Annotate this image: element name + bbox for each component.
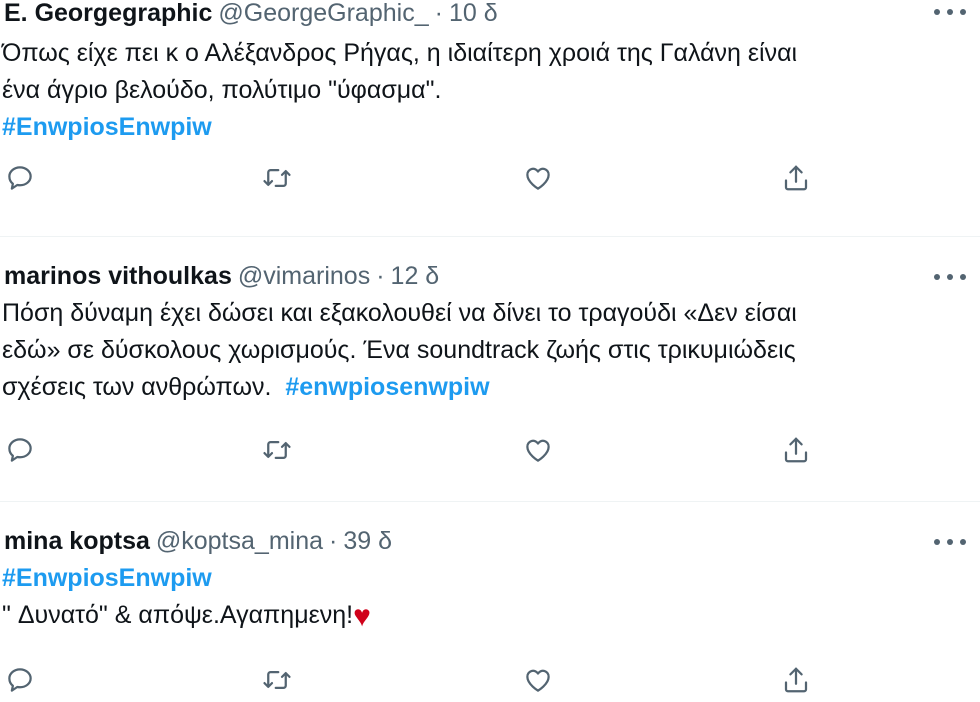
- timestamp[interactable]: 10 δ: [449, 0, 498, 27]
- timestamp[interactable]: 12 δ: [391, 262, 440, 290]
- more-icon[interactable]: [934, 532, 966, 552]
- user-handle[interactable]: @GeorgeGraphic_: [218, 0, 428, 27]
- reply-icon: [8, 166, 32, 190]
- retweet-icon: [263, 169, 291, 187]
- tweet-text-content: " Δυνατό" & απόψε.Αγαπημενη!: [2, 601, 354, 629]
- display-name[interactable]: E. Georgegraphic: [4, 0, 212, 27]
- hashtag-link[interactable]: #enwpiosenwpiw: [285, 373, 489, 401]
- display-name[interactable]: mina koptsa: [4, 527, 150, 555]
- reply-button[interactable]: [2, 160, 38, 196]
- separator: ·: [434, 0, 443, 27]
- tweet-header: marinos vithoulkas @vimarinos · 12 δ: [4, 259, 439, 293]
- share-icon: [784, 437, 808, 463]
- tweet-header: mina koptsa @koptsa_mina · 39 δ: [4, 524, 392, 558]
- like-icon: [526, 439, 550, 462]
- more-icon[interactable]: [934, 2, 966, 22]
- share-icon: [784, 667, 808, 693]
- more-icon[interactable]: [934, 267, 966, 287]
- user-handle[interactable]: @vimarinos: [238, 262, 370, 290]
- like-icon: [526, 167, 550, 190]
- retweet-button[interactable]: [259, 662, 295, 698]
- hashtag-link[interactable]: #EnwpiosEnwpiw: [2, 113, 212, 141]
- reply-icon: [8, 668, 32, 692]
- like-button[interactable]: [520, 662, 556, 698]
- tweet-feed: E. Georgegraphic @GeorgeGraphic_ · 10 δ Όπω…: [0, 0, 980, 693]
- separator: ·: [329, 527, 338, 555]
- tweet-actions: [0, 432, 980, 472]
- separator: ·: [376, 262, 385, 290]
- tweet[interactable]: E. Georgegraphic @GeorgeGraphic_ · 10 δ Όπω…: [0, 0, 980, 236]
- tweet-actions: [0, 662, 980, 702]
- reply-button[interactable]: [2, 432, 38, 468]
- like-button[interactable]: [520, 432, 556, 468]
- tweet-header: E. Georgegraphic @GeorgeGraphic_ · 10 δ: [4, 0, 498, 30]
- tweet-text: Όπως είχε πει κ ο Αλέξανδρος Ρήγας, η ιδ…: [2, 35, 962, 146]
- like-icon: [526, 669, 550, 692]
- share-icon: [784, 165, 808, 191]
- reply-icon: [8, 438, 32, 462]
- retweet-icon: [263, 441, 291, 459]
- share-button[interactable]: [778, 662, 814, 698]
- display-name[interactable]: marinos vithoulkas: [4, 262, 232, 290]
- tweet-actions: [0, 160, 980, 200]
- reply-button[interactable]: [2, 662, 38, 698]
- tweet-text: #EnwpiosEnwpiw " Δυνατό" & απόψε.Αγαπημε…: [2, 560, 962, 634]
- heart-emoji: ♥: [353, 600, 371, 633]
- hashtag-link[interactable]: #EnwpiosEnwpiw: [2, 564, 212, 592]
- tweet[interactable]: marinos vithoulkas @vimarinos · 12 δ Πόση δ…: [0, 236, 980, 502]
- timestamp[interactable]: 39 δ: [343, 527, 392, 555]
- tweet-text: Πόση δύναμη έχει δώσει και εξακολουθεί ν…: [2, 295, 962, 406]
- retweet-icon: [263, 671, 291, 689]
- retweet-button[interactable]: [259, 432, 295, 468]
- like-button[interactable]: [520, 160, 556, 196]
- share-button[interactable]: [778, 432, 814, 468]
- tweet[interactable]: mina koptsa @koptsa_mina · 39 δ #EnwpiosEnw…: [0, 501, 980, 702]
- retweet-button[interactable]: [259, 160, 295, 196]
- tweet-text-content: Όπως είχε πει κ ο Αλέξανδρος Ρήγας, η ιδ…: [2, 39, 798, 104]
- share-button[interactable]: [778, 160, 814, 196]
- user-handle[interactable]: @koptsa_mina: [156, 527, 323, 555]
